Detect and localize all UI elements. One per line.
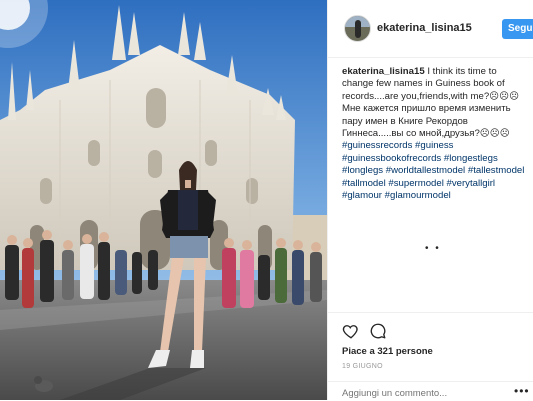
comment-icon[interactable] <box>369 322 389 342</box>
post-date: 19 GIUGNO <box>342 363 383 370</box>
post-side-panel: ekaterina_lisina15 Segui ekaterina_lisin… <box>327 0 533 400</box>
post-caption: ekaterina_lisina15 I think its time to c… <box>342 66 528 202</box>
follow-button[interactable]: Segui <box>502 19 533 39</box>
username-link[interactable]: ekaterina_lisina15 <box>377 22 472 34</box>
more-options-icon[interactable]: ••• <box>514 384 530 398</box>
caption-emoji-en: ☹☹☹ <box>489 90 520 102</box>
post-header: ekaterina_lisina15 Segui <box>328 0 533 58</box>
caption-username[interactable]: ekaterina_lisina15 <box>342 66 425 77</box>
likes-count[interactable]: Piace a 321 persone <box>342 346 433 357</box>
comment-input[interactable] <box>342 386 502 400</box>
heart-icon[interactable] <box>342 322 362 342</box>
comment-bar: ••• <box>328 381 533 401</box>
post-actions: Piace a 321 persone 19 GIUGNO ••• <box>328 312 533 400</box>
avatar[interactable] <box>344 15 371 42</box>
loading-dots: • • <box>425 243 441 254</box>
caption-emoji-ru: ☹☹☹ <box>479 128 510 140</box>
post-photo[interactable] <box>0 0 327 400</box>
photo-image <box>0 0 327 400</box>
caption-hashtags[interactable]: #guinessrecords #guiness #guinessbookofr… <box>342 140 524 201</box>
